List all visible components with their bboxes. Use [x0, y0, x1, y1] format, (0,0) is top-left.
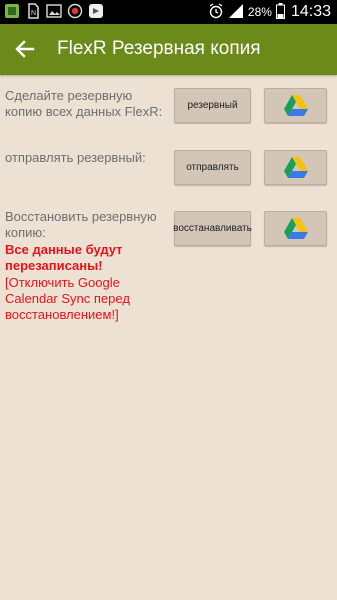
sim-card-icon: N [25, 3, 41, 19]
send-button-label: отправлять [186, 162, 239, 173]
battery-percent: 28% [247, 5, 272, 19]
send-label: отправлять резервный: [5, 150, 146, 165]
restore-button[interactable]: восстанавливать [173, 211, 252, 246]
backup-drive-button[interactable] [264, 88, 327, 123]
app-notification-icon [4, 3, 20, 19]
backup-button-label: резервный [187, 100, 238, 111]
signal-icon [228, 3, 244, 22]
arrow-left-icon [15, 40, 35, 58]
google-drive-icon [283, 217, 308, 239]
record-icon [67, 3, 83, 19]
send-button[interactable]: отправлять [174, 150, 251, 185]
google-drive-icon [283, 156, 308, 178]
overwrite-warning: Все данные будут перезаписаны! [5, 242, 123, 273]
calendar-sync-warning: [Отключить Google Calendar Sync перед во… [5, 275, 130, 322]
app-bar: FlexR Резервная копия [0, 24, 337, 75]
page-title: FlexR Резервная копия [57, 38, 261, 59]
restore-label: Восстановить резервную копию: [5, 209, 157, 240]
app-store-icon [88, 3, 104, 19]
alarm-icon [208, 2, 224, 22]
battery-icon [275, 2, 285, 22]
svg-text:N: N [31, 10, 36, 17]
google-drive-icon [283, 94, 308, 116]
status-bar: N 28% 14:33 [0, 0, 337, 24]
restore-drive-button[interactable] [264, 211, 327, 246]
back-button[interactable] [12, 36, 38, 62]
backup-label: Сделайте резервную копию всех данных Fle… [5, 88, 163, 119]
send-drive-button[interactable] [264, 150, 327, 185]
clock: 14:33 [290, 3, 331, 20]
backup-button[interactable]: резервный [174, 88, 251, 123]
image-icon [46, 3, 62, 19]
notification-icons: N [4, 3, 104, 19]
restore-button-label: восстанавливать [173, 223, 252, 234]
system-status-icons: 28% 14:33 [208, 0, 331, 24]
